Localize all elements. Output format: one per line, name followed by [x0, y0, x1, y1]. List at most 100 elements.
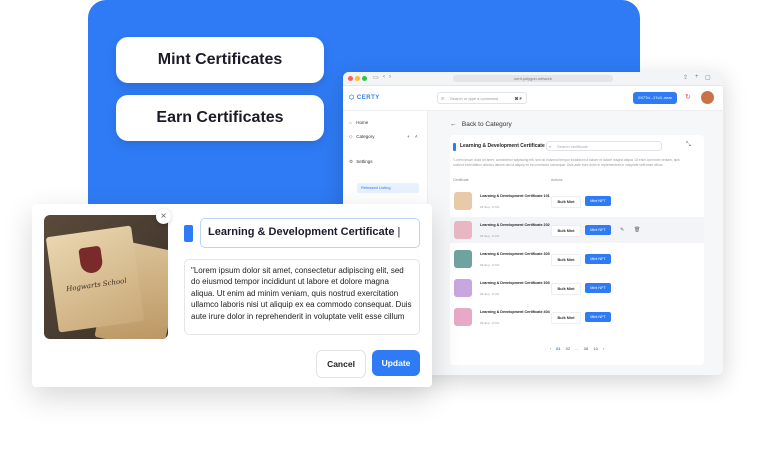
back-arrow-icon[interactable]: ‹	[383, 74, 385, 80]
certificate-thumbnail	[454, 221, 472, 239]
row-title: Learning & Development Certificate 404	[480, 310, 550, 314]
certificate-thumbnail	[454, 192, 472, 210]
wallet-button[interactable]: 0X77d...17c3..near	[633, 92, 677, 104]
row-title: Learning & Development Certificate 303	[480, 281, 550, 285]
top-bar: ⬡ CERTY ⌕ Search or type a command ⌘ F 0…	[343, 86, 723, 111]
row-date: 29 Sep - 9 Oct	[480, 292, 500, 296]
row-title: Learning & Development Certificate 202	[480, 223, 550, 227]
collapse-icon[interactable]: ⤡	[686, 142, 691, 149]
earn-certificates-button[interactable]: Earn Certificates	[116, 95, 324, 141]
certificate-thumbnail	[454, 250, 472, 268]
trash-icon[interactable]: 🗑	[634, 227, 640, 233]
home-icon: ⌂	[349, 120, 352, 125]
browser-chrome: ▭ ‹ › certi.polygon.network ⇪ + ▢	[343, 72, 723, 86]
share-icon[interactable]: ⇪	[683, 74, 688, 81]
sidebar-item-home[interactable]: ⌂ Home	[349, 120, 368, 125]
tabs-icon[interactable]: ▢	[705, 74, 711, 81]
add-icon[interactable]: +	[407, 134, 410, 139]
certificate-card: Learning & Development Certificate ⌕ Sear…	[450, 135, 704, 365]
avatar[interactable]	[701, 91, 714, 104]
bulk-mint-button[interactable]: Bulk Mint	[551, 283, 581, 295]
bulk-mint-button[interactable]: Bulk Mint	[551, 312, 581, 324]
search-placeholder: Search or type a command	[450, 96, 499, 101]
row-date: 29 Sep - 9 Oct	[480, 321, 500, 325]
color-swatch[interactable]	[184, 225, 193, 242]
page-10[interactable]: 10	[593, 346, 597, 351]
refresh-icon[interactable]: ↻	[685, 93, 691, 101]
back-to-category-link[interactable]: ← Back to Category	[450, 121, 512, 128]
bulk-mint-button[interactable]: Bulk Mint	[551, 225, 581, 237]
col-certificate: Certificate	[453, 178, 469, 182]
pagination: ‹ 01 02 ... 08 10 ›	[450, 346, 704, 351]
text-cursor: |	[397, 226, 401, 238]
edit-certificate-modal: Hogwarts School × Learning & Development…	[32, 204, 432, 387]
page-8[interactable]: 08	[584, 346, 588, 351]
prev-page-button[interactable]: ‹	[550, 346, 551, 351]
bulk-mint-button[interactable]: Bulk Mint	[551, 254, 581, 266]
row-date: 29 Sep - 9 Oct	[480, 234, 500, 238]
cancel-button[interactable]: Cancel	[316, 350, 366, 378]
sidebar-item-label: Home	[356, 120, 369, 125]
search-placeholder: Search certificate	[557, 144, 588, 149]
close-icon[interactable]: ×	[156, 209, 171, 224]
main-content: ← Back to Category Learning & Developmen…	[428, 111, 723, 375]
row-date: 29 Sep - 9 Oct	[480, 205, 500, 209]
mint-nft-button[interactable]: Mint NFT	[585, 254, 611, 264]
sidebar-item-category[interactable]: ◇ Category + ˄	[349, 134, 421, 140]
new-tab-icon[interactable]: +	[695, 74, 699, 80]
certificate-thumbnail	[454, 279, 472, 297]
minimize-dot[interactable]	[355, 76, 360, 81]
forward-arrow-icon[interactable]: ›	[389, 74, 391, 80]
maximize-dot[interactable]	[362, 76, 367, 81]
table-row[interactable]: Learning & Development Certificate 404 2…	[450, 304, 704, 330]
certificate-search-input[interactable]: ⌕ Search certificate	[546, 141, 662, 151]
sidebar-item-settings[interactable]: ⚙ Settings	[349, 159, 373, 165]
mint-nft-button[interactable]: Mint NFT	[585, 283, 611, 293]
edit-icon[interactable]: ✎	[620, 227, 624, 233]
bulk-mint-button[interactable]: Bulk Mint	[551, 196, 581, 208]
logo-text: CERTY	[356, 95, 380, 101]
sidebar-toggle-icon[interactable]: ▭	[373, 74, 379, 81]
mint-nft-button[interactable]: Mint NFT	[585, 312, 611, 322]
parchment-front	[45, 225, 145, 333]
mint-certificates-button[interactable]: Mint Certificates	[116, 37, 324, 83]
mint-nft-button[interactable]: Mint NFT	[585, 196, 611, 206]
logo: ⬡ CERTY	[349, 95, 380, 101]
global-search-input[interactable]: ⌕ Search or type a command ⌘ F	[437, 92, 527, 104]
chevron-up-icon[interactable]: ˄	[415, 134, 418, 139]
gear-icon: ⚙	[349, 159, 354, 164]
col-actions: Actions	[551, 178, 563, 182]
update-button[interactable]: Update	[372, 350, 420, 376]
card-title: Learning & Development Certificate	[460, 143, 545, 149]
table-row[interactable]: Learning & Development Certificate 303 2…	[450, 275, 704, 301]
search-icon: ⌕	[441, 96, 445, 102]
page-2[interactable]: 02	[566, 346, 570, 351]
search-icon: ⌕	[549, 144, 552, 149]
url-bar[interactable]: certi.polygon.network	[453, 75, 613, 82]
mint-nft-button[interactable]: Mint NFT	[585, 225, 611, 235]
certificate-image: Hogwarts School	[44, 215, 168, 339]
sidebar-item-label: Category	[356, 134, 375, 139]
certificate-title-input[interactable]: Learning & Development Certificate |	[200, 218, 420, 248]
card-description: "Lorem ipsum dolor sit amet, consectetur…	[453, 158, 680, 167]
title-value: Learning & Development Certificate	[208, 226, 395, 238]
table-row[interactable]: Learning & Development Certificate 202 2…	[450, 217, 704, 243]
page-1[interactable]: 01	[556, 346, 560, 351]
next-page-button[interactable]: ›	[603, 346, 604, 351]
certificate-description-textarea[interactable]: "Lorem ipsum dolor sit amet, consectetur…	[184, 259, 420, 335]
back-label: Back to Category	[461, 121, 512, 128]
search-shortcut: ⌘ F	[514, 96, 522, 101]
sidebar-item-released-listing[interactable]: Released Listing	[357, 183, 419, 193]
arrow-left-icon: ←	[450, 121, 457, 128]
row-title: Learning & Development Certificate 101	[480, 194, 550, 198]
row-title: Learning & Development Certificate 303	[480, 252, 550, 256]
row-date: 29 Sep - 9 Oct	[480, 263, 500, 267]
close-dot[interactable]	[348, 76, 353, 81]
certificate-thumbnail	[454, 308, 472, 326]
table-row[interactable]: Learning & Development Certificate 101 2…	[450, 188, 704, 214]
table-row[interactable]: Learning & Development Certificate 303 2…	[450, 246, 704, 272]
page-ellipsis: ...	[575, 346, 579, 351]
tag-icon: ◇	[349, 134, 353, 139]
sidebar-item-label: Settings	[356, 159, 373, 164]
color-indicator	[453, 143, 456, 151]
